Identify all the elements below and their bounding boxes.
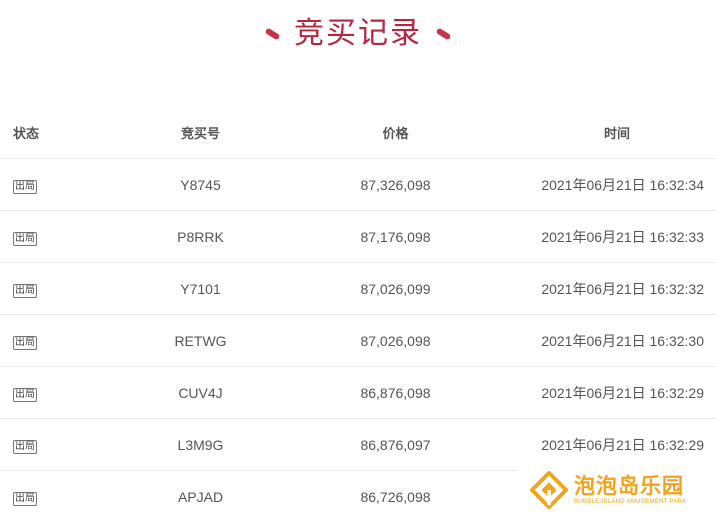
time-cell: 2021年06月21日 16:32:29 xyxy=(478,418,716,471)
time-cell: 2021年06月21日 16:32:32 xyxy=(478,262,716,315)
status-cell: 出局 xyxy=(0,158,88,211)
bubble-island-logo-icon xyxy=(530,471,568,509)
watermark-name-en: BUBBLE ISLAND AMUSEMENT PARK xyxy=(574,499,687,505)
bid-records-table: 状态 竞买号 价格 时间 出局 Y8745 87,326,098 2021年06… xyxy=(0,106,716,514)
status-cell: 出局 xyxy=(0,366,88,419)
watermark: 泡泡岛乐园 BUBBLE ISLAND AMUSEMENT PARK xyxy=(518,466,716,514)
table-row: 出局 Y7101 87,026,099 2021年06月21日 16:32:32 xyxy=(0,262,716,315)
bid-no-cell: Y8745 xyxy=(88,158,313,211)
page-title: 竞买记录 xyxy=(294,16,422,51)
time-cell: 2021年06月21日 16:32:33 xyxy=(478,210,716,263)
status-cell: 出局 xyxy=(0,314,88,367)
status-cell: 出局 xyxy=(0,418,88,471)
status-cell: 出局 xyxy=(0,470,88,514)
status-badge: 出局 xyxy=(13,439,37,454)
bid-no-cell: L3M9G xyxy=(88,418,313,471)
price-cell: 86,726,098 xyxy=(313,470,478,514)
column-header-status: 状态 xyxy=(13,126,40,142)
status-cell: 出局 xyxy=(0,262,88,315)
table-header-row: 状态 竞买号 价格 时间 xyxy=(0,106,716,159)
time-cell: 2021年06月21日 16:32:34 xyxy=(478,158,716,211)
status-cell: 出局 xyxy=(0,210,88,263)
status-badge: 出局 xyxy=(13,231,37,246)
time-cell: 2021年06月21日 16:32:29 xyxy=(478,366,716,419)
watermark-text: 泡泡岛乐园 BUBBLE ISLAND AMUSEMENT PARK xyxy=(574,474,687,506)
title-left-dash-icon xyxy=(264,27,281,41)
price-cell: 87,026,099 xyxy=(313,262,478,315)
column-header-time: 时间 xyxy=(603,126,630,142)
price-cell: 86,876,097 xyxy=(313,418,478,471)
bid-no-cell: P8RRK xyxy=(88,210,313,263)
title-bar: 竞买记录 xyxy=(0,12,716,56)
price-cell: 86,876,098 xyxy=(313,366,478,419)
bid-no-cell: CUV4J xyxy=(88,366,313,419)
bid-no-cell: Y7101 xyxy=(88,262,313,315)
table-row: 出局 P8RRK 87,176,098 2021年06月21日 16:32:33 xyxy=(0,210,716,263)
price-cell: 87,176,098 xyxy=(313,210,478,263)
table-row: 出局 CUV4J 86,876,098 2021年06月21日 16:32:29 xyxy=(0,366,716,419)
price-cell: 87,326,098 xyxy=(313,158,478,211)
table-row: 出局 L3M9G 86,876,097 2021年06月21日 16:32:29 xyxy=(0,418,716,471)
status-badge: 出局 xyxy=(13,491,37,506)
bid-no-cell: RETWG xyxy=(88,314,313,367)
column-header-bid-no: 竞买号 xyxy=(180,126,220,142)
title-right-dash-icon xyxy=(435,27,452,41)
table-row: 出局 RETWG 87,026,098 2021年06月21日 16:32:30 xyxy=(0,314,716,367)
table-row: 出局 Y8745 87,326,098 2021年06月21日 16:32:34 xyxy=(0,158,716,211)
watermark-name-cn: 泡泡岛乐园 xyxy=(574,474,684,498)
status-badge: 出局 xyxy=(13,387,37,402)
price-cell: 87,026,098 xyxy=(313,314,478,367)
status-badge: 出局 xyxy=(13,179,37,194)
column-header-price: 价格 xyxy=(382,126,409,142)
status-badge: 出局 xyxy=(13,283,37,298)
bid-no-cell: APJAD xyxy=(88,470,313,514)
page: 竞买记录 状态 竞买号 价格 时间 出局 Y8745 87,326,098 20… xyxy=(0,0,716,514)
status-badge: 出局 xyxy=(13,335,37,350)
time-cell: 2021年06月21日 16:32:30 xyxy=(478,314,716,367)
